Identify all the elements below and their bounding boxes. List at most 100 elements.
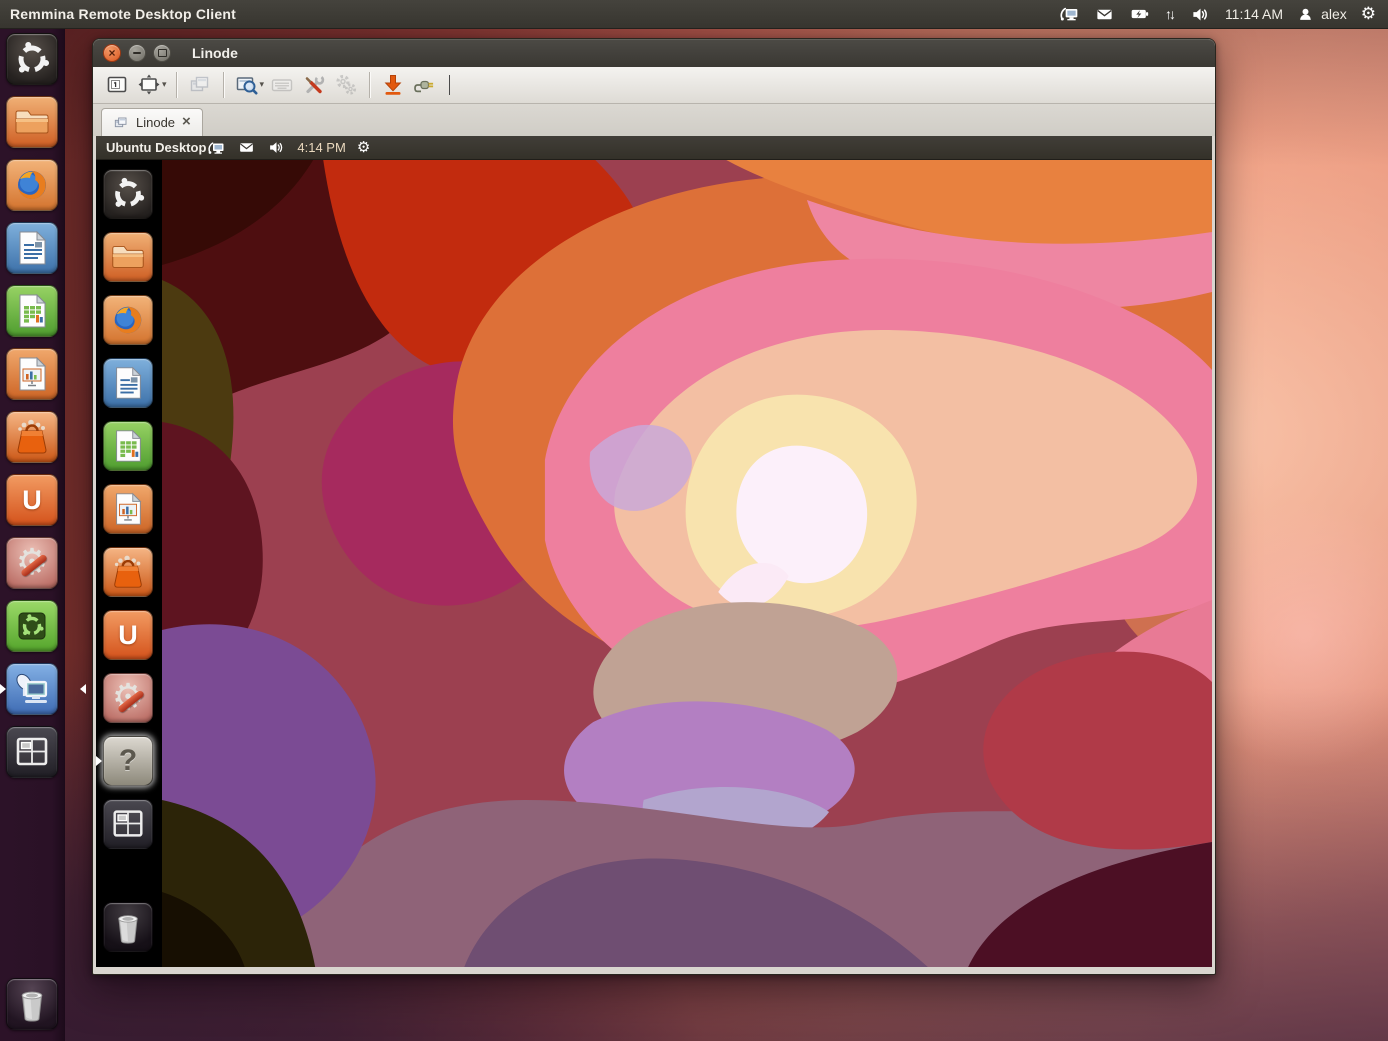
ubuntu-logo-icon	[12, 39, 52, 79]
writer-document-icon	[12, 228, 52, 268]
trash-icon	[109, 908, 147, 946]
remote-panel-title: Ubuntu Desktop	[96, 140, 206, 155]
launcher-item-ubuntu-software[interactable]	[6, 600, 58, 652]
remote-unity-launcher: U ⚙ ?	[96, 160, 162, 967]
volume-icon[interactable]	[267, 139, 286, 156]
gears-icon	[334, 73, 358, 97]
remote-clock[interactable]: 4:14 PM	[297, 140, 345, 155]
toolbar-separator	[449, 75, 450, 95]
grab-keyboard-button[interactable]	[266, 71, 298, 99]
remote-launcher-item-libreoffice-impress[interactable]	[103, 484, 153, 534]
running-indicator-arrow	[0, 684, 6, 694]
shopping-bag-icon	[109, 553, 147, 591]
remote-launcher-item-ubuntu-one[interactable]: U	[103, 610, 153, 660]
remote-launcher-item-unknown-app[interactable]: ?	[103, 736, 153, 786]
remote-launcher-item-libreoffice-calc[interactable]	[103, 421, 153, 471]
remote-indicator-tray: 4:14 PM ⚙	[206, 139, 380, 157]
launcher-item-ubuntu-one[interactable]: U	[6, 474, 58, 526]
remote-launcher-item-firefox[interactable]	[103, 295, 153, 345]
tab-windows-icon	[113, 115, 129, 131]
remote-desktop-icon	[12, 669, 52, 709]
indicator-tray: ↑↓ 11:14 AM alex ⚙	[1058, 4, 1388, 24]
tab-label: Linode	[136, 115, 175, 130]
launcher-item-workspace-switcher[interactable]	[6, 726, 58, 778]
remote-launcher-item-dash-home[interactable]	[103, 169, 153, 219]
remote-launcher-item-system-settings[interactable]: ⚙	[103, 673, 153, 723]
tools-icon	[302, 73, 326, 97]
unity-launcher: U ⚙	[0, 28, 65, 1041]
user-icon[interactable]	[1297, 6, 1314, 23]
question-mark-icon: ?	[119, 744, 137, 778]
launcher-item-libreoffice-impress[interactable]	[6, 348, 58, 400]
chevron-down-icon[interactable]: ▾	[162, 80, 167, 90]
username[interactable]: alex	[1321, 6, 1347, 22]
sync-icon[interactable]: ↑↓	[1165, 6, 1176, 22]
minimize-button[interactable]	[128, 44, 146, 62]
mail-icon[interactable]	[1094, 5, 1115, 24]
clock[interactable]: 11:14 AM	[1225, 6, 1283, 22]
maximize-button[interactable]	[153, 44, 171, 62]
orange-down-arrow-icon	[381, 73, 405, 97]
remote-launcher-item-workspace-switcher[interactable]	[103, 799, 153, 849]
launcher-item-dash-home[interactable]	[6, 33, 58, 85]
mail-icon[interactable]	[237, 139, 256, 156]
calc-spreadsheet-icon	[109, 427, 147, 465]
folder-icon	[12, 102, 52, 142]
trash-icon	[12, 984, 52, 1024]
launcher-item-system-settings[interactable]: ⚙	[6, 537, 58, 589]
launcher-item-software-center[interactable]	[6, 411, 58, 463]
impress-presentation-icon	[12, 354, 52, 394]
remote-launcher-item-libreoffice-writer[interactable]	[103, 358, 153, 408]
battery-icon[interactable]	[1129, 4, 1151, 24]
session-gear-icon[interactable]: ⚙	[1361, 6, 1376, 23]
resize-window-icon	[105, 73, 129, 97]
window-titlebar[interactable]: × Linode	[93, 39, 1215, 67]
launcher-item-trash[interactable]	[6, 978, 58, 1030]
remmina-window: × Linode ▾ ▾ Linode × Ubuntu Desktop	[92, 38, 1216, 975]
plugin-settings-button[interactable]	[330, 71, 362, 99]
tab-linode[interactable]: Linode ×	[101, 108, 203, 136]
remote-viewport: Ubuntu Desktop 4:14 PM ⚙ U ⚙ ?	[96, 136, 1212, 967]
toolbar-separator	[369, 72, 370, 98]
network-icon[interactable]	[1058, 4, 1080, 24]
remote-wallpaper	[162, 160, 1212, 967]
close-icon: ×	[108, 47, 115, 59]
remmina-toolbar: ▾ ▾	[93, 67, 1215, 104]
remote-launcher-item-home-folder[interactable]	[103, 232, 153, 282]
tab-close-icon[interactable]: ×	[182, 114, 191, 129]
close-button[interactable]: ×	[103, 44, 121, 62]
launcher-item-remmina[interactable]	[6, 663, 58, 715]
launcher-item-home-folder[interactable]	[6, 96, 58, 148]
launcher-item-firefox[interactable]	[6, 159, 58, 211]
workspace-grid-icon	[12, 732, 52, 772]
launcher-item-libreoffice-writer[interactable]	[6, 222, 58, 274]
window-title: Linode	[192, 45, 238, 61]
writer-document-icon	[109, 364, 147, 402]
network-icon[interactable]	[206, 139, 226, 157]
remote-launcher-item-trash[interactable]	[103, 902, 153, 952]
duplicate-windows-icon	[188, 73, 212, 97]
green-ubuntu-icon	[12, 606, 52, 646]
shopping-bag-icon	[12, 417, 52, 457]
calc-spreadsheet-icon	[12, 291, 52, 331]
firefox-icon	[109, 301, 147, 339]
focused-app-indicator-arrow	[80, 684, 86, 694]
fullscreen-icon	[137, 73, 161, 97]
remote-top-panel: Ubuntu Desktop 4:14 PM ⚙	[96, 136, 1212, 160]
preferences-tools-button[interactable]	[298, 71, 330, 99]
resize-to-remote-button[interactable]	[101, 71, 133, 99]
top-panel: Remmina Remote Desktop Client ↑↓ 11:14 A…	[0, 0, 1388, 29]
minimize-to-tray-button[interactable]	[377, 71, 409, 99]
fullscreen-button[interactable]	[133, 71, 165, 99]
chevron-down-icon[interactable]: ▾	[260, 80, 265, 90]
launcher-item-libreoffice-calc[interactable]	[6, 285, 58, 337]
scaled-mode-button[interactable]	[231, 71, 263, 99]
duplicate-connection-button[interactable]	[184, 71, 216, 99]
session-gear-icon[interactable]: ⚙	[357, 140, 370, 155]
disconnect-button[interactable]	[409, 71, 441, 99]
remote-launcher-item-software-center[interactable]	[103, 547, 153, 597]
active-app-title: Remmina Remote Desktop Client	[0, 6, 236, 22]
folder-icon	[109, 238, 147, 276]
volume-icon[interactable]	[1190, 5, 1211, 24]
ubuntu-one-u-icon: U	[22, 485, 42, 516]
